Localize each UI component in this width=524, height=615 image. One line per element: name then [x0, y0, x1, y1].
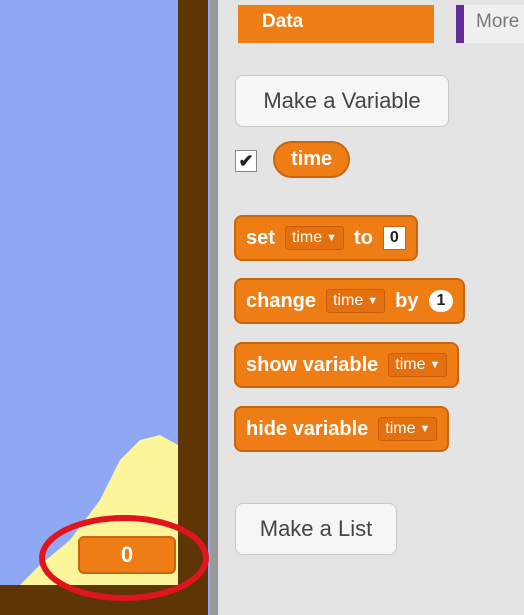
- show-variable-dropdown[interactable]: time ▼: [388, 353, 448, 377]
- hide-dropdown-value: time: [385, 420, 416, 437]
- stage-divider[interactable]: [210, 0, 218, 615]
- time-variable-monitor: 0: [78, 536, 176, 574]
- change-variable-dropdown[interactable]: time ▼: [326, 289, 386, 313]
- stage-canvas: [0, 0, 220, 615]
- chevron-down-icon: ▼: [419, 423, 431, 435]
- category-data-tab[interactable]: Data: [238, 5, 434, 43]
- set-label: set: [246, 226, 275, 249]
- variable-visibility-checkbox[interactable]: ✔: [235, 150, 257, 172]
- set-variable-dropdown[interactable]: time ▼: [284, 226, 345, 250]
- change-value-input[interactable]: 1: [428, 290, 454, 312]
- checkmark-icon: ✔: [238, 150, 254, 171]
- chevron-down-icon: ▼: [367, 295, 379, 307]
- set-variable-block[interactable]: set time ▼ to 0: [234, 215, 418, 261]
- to-label: to: [354, 226, 373, 249]
- chevron-down-icon: ▼: [429, 359, 441, 371]
- hide-variable-block[interactable]: hide variable time ▼: [234, 406, 450, 452]
- change-variable-block[interactable]: change time ▼ by 1: [234, 278, 466, 324]
- stage[interactable]: 0: [0, 0, 220, 615]
- show-variable-label: show variable: [246, 353, 379, 376]
- show-dropdown-value: time: [395, 356, 426, 373]
- chevron-down-icon: ▼: [326, 232, 338, 244]
- category-more-tab[interactable]: More: [456, 5, 524, 43]
- make-variable-button[interactable]: Make a Variable: [235, 75, 449, 127]
- variable-reporter-time[interactable]: time: [273, 141, 351, 178]
- stage-right-wall: [178, 0, 208, 615]
- change-label: change: [246, 289, 317, 312]
- change-dropdown-value: time: [333, 292, 364, 309]
- by-label: by: [395, 289, 419, 312]
- make-list-button[interactable]: Make a List: [235, 503, 397, 555]
- set-dropdown-value: time: [291, 229, 323, 246]
- hide-variable-dropdown[interactable]: time ▼: [378, 417, 438, 441]
- set-value-input[interactable]: 0: [382, 226, 406, 250]
- show-variable-block[interactable]: show variable time ▼: [234, 342, 460, 388]
- hide-variable-label: hide variable: [246, 417, 369, 440]
